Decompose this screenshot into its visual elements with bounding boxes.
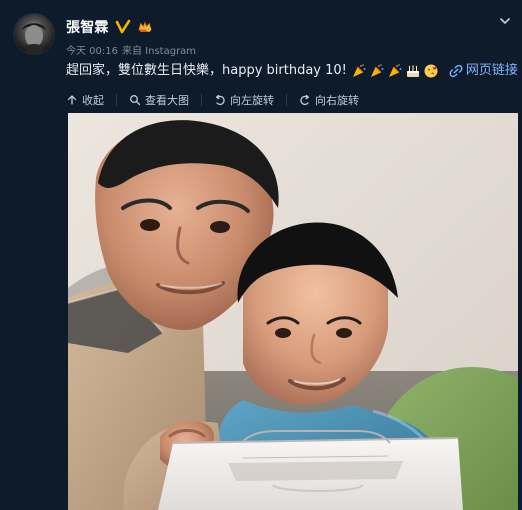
rotate-left-icon [215,94,225,106]
verified-v-icon [115,19,130,34]
party-popper-emoji [388,64,402,77]
web-link-label[interactable]: 网页链接 [466,61,518,81]
weibo-post-card: 張智霖 ♛ 今天 00:16 来自 Instagram 趕回家，雙位數生日快樂，… [0,0,522,510]
emoji-row [351,63,439,79]
user-row: 張智霖 ♛ [66,17,153,37]
view-large-label[interactable]: 查看大图 [145,92,189,108]
username[interactable]: 張智霖 [66,17,109,37]
svg-text:♛: ♛ [147,28,149,31]
rotate-left-label[interactable]: 向左旋转 [230,92,274,108]
post-text: 趕回家，雙位數生日快樂，happy birthday 10! [66,63,347,78]
collapse-label[interactable]: 收起 [82,92,104,108]
rotate-right-label[interactable]: 向右旋转 [315,92,359,108]
rotate-right-icon [300,94,310,106]
photo-illustration [68,113,518,510]
toolbar-divider [286,94,287,106]
toolbar-divider [201,94,202,106]
avatar-image [14,14,54,54]
rotate-right-button[interactable]: 向右旋转 [299,92,359,108]
collapse-button[interactable]: 收起 [66,92,104,108]
post-source[interactable]: 来自 Instagram [122,42,196,57]
post-photo[interactable] [68,113,518,510]
party-popper-emoji [352,64,366,77]
post-time[interactable]: 今天 00:16 [66,42,118,57]
post-content: 趕回家，雙位數生日快樂，happy birthday 10! 网页链接 [66,61,518,81]
kiss-face-emoji [424,64,438,78]
chevron-down-icon[interactable] [498,14,512,28]
view-large-button[interactable]: 查看大图 [129,92,189,108]
post-meta: 今天 00:16 来自 Instagram [66,42,196,57]
avatar[interactable] [14,14,54,54]
web-link[interactable]: 网页链接 [449,61,518,81]
birthday-cake-emoji [406,65,419,77]
party-popper-emoji [370,64,384,77]
image-toolbar: 收起 查看大图 向左旋转 向右旋转 [66,90,512,110]
magnifier-icon [130,95,141,106]
link-icon [449,64,463,78]
collapse-icon [67,95,77,105]
toolbar-divider [116,94,117,106]
member-crown-icon: ♛ [138,21,152,32]
rotate-left-button[interactable]: 向左旋转 [214,92,274,108]
